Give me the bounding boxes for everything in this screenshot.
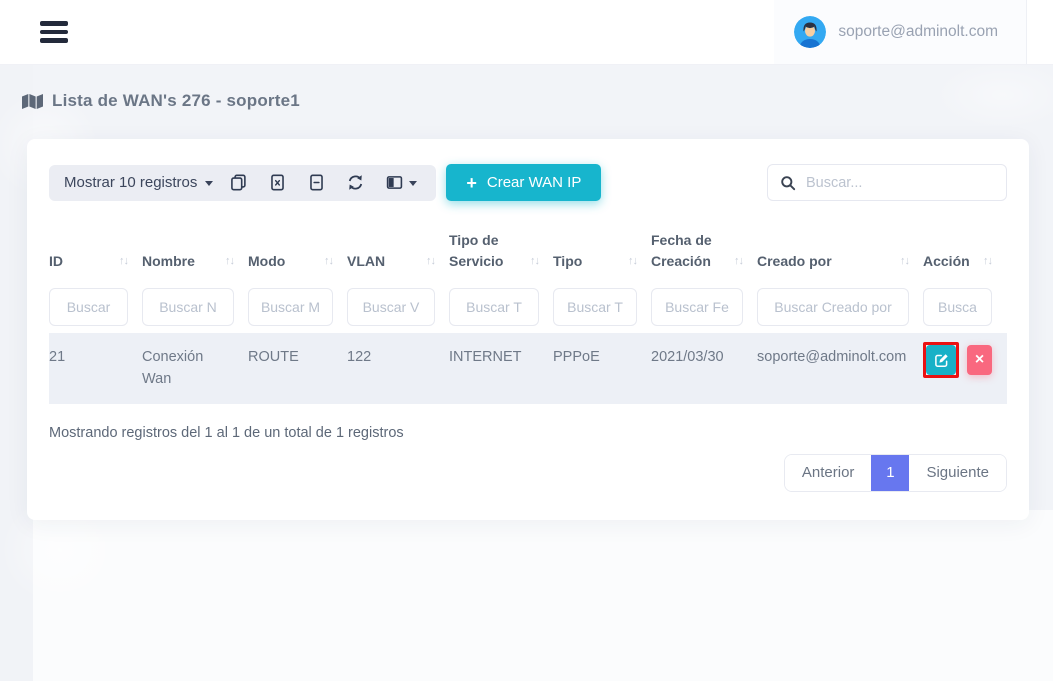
cell-creado-por: soporte@adminolt.com	[757, 333, 923, 404]
column-header-id[interactable]: ID ↑↓	[49, 228, 142, 272]
sort-icon[interactable]: ↑↓	[628, 253, 637, 273]
refresh-icon	[347, 174, 364, 191]
filter-input-fecha-creacion[interactable]	[651, 288, 743, 326]
pagination-page-1[interactable]: 1	[871, 455, 909, 491]
sort-icon[interactable]: ↑↓	[530, 253, 539, 273]
file-export-button[interactable]	[297, 168, 336, 197]
page-header: Lista de WAN's 276 - soporte1	[22, 91, 1053, 111]
edit-button[interactable]	[926, 345, 956, 375]
column-header-vlan[interactable]: VLAN ↑↓	[347, 228, 449, 272]
file-icon	[308, 174, 325, 191]
page-length-label: Mostrar 10 registros	[64, 174, 197, 191]
copy-icon	[230, 174, 247, 191]
search-icon	[780, 175, 796, 191]
global-search	[767, 164, 1007, 201]
close-icon: ×	[975, 351, 984, 369]
user-menu[interactable]: soporte@adminolt.com	[774, 0, 1027, 64]
hamburger-menu-icon[interactable]	[40, 17, 68, 47]
chevron-down-icon	[205, 181, 213, 186]
annotation-highlight-box	[923, 342, 959, 378]
pagination-previous-button[interactable]: Anterior	[785, 455, 872, 491]
sort-icon[interactable]: ↑↓	[324, 253, 333, 273]
column-header-fecha-creacion[interactable]: Fecha de Creación ↑↓	[651, 228, 757, 272]
column-header-nombre[interactable]: Nombre ↑↓	[142, 228, 248, 272]
filter-input-accion[interactable]	[923, 288, 992, 326]
column-visibility-button[interactable]	[375, 168, 428, 197]
cell-tipo: PPPoE	[553, 333, 651, 404]
cell-id: 21	[49, 333, 142, 404]
sort-icon[interactable]: ↑↓	[900, 253, 909, 273]
cell-modo: ROUTE	[248, 333, 347, 404]
table-header-row: ID ↑↓ Nombre ↑↓ Modo ↑↓ VLAN ↑↓ Tipo de …	[49, 228, 1007, 272]
sort-icon[interactable]: ↑↓	[983, 253, 992, 273]
user-avatar-icon	[794, 16, 826, 48]
column-header-modo[interactable]: Modo ↑↓	[248, 228, 347, 272]
column-header-tipo-servicio[interactable]: Tipo de Servicio ↑↓	[449, 228, 553, 272]
sort-icon[interactable]: ↑↓	[734, 253, 743, 273]
cell-vlan: 122	[347, 333, 449, 404]
cell-fecha-creacion: 2021/03/30	[651, 333, 757, 404]
page-length-dropdown[interactable]: Mostrar 10 registros	[64, 174, 219, 191]
sort-icon[interactable]: ↑↓	[225, 253, 234, 273]
sort-icon[interactable]: ↑↓	[426, 253, 435, 273]
column-header-creado-por[interactable]: Creado por ↑↓	[757, 228, 923, 272]
cell-actions: ×	[923, 333, 1006, 404]
pagination-next-button[interactable]: Siguiente	[909, 455, 1006, 491]
table-row: 21 Conexión Wan ROUTE 122 INTERNET PPPoE…	[49, 333, 1007, 404]
plus-icon: +	[466, 174, 477, 192]
topbar: soporte@adminolt.com	[0, 0, 1053, 65]
column-header-accion[interactable]: Acción ↑↓	[923, 228, 1006, 272]
search-input[interactable]	[806, 175, 994, 191]
columns-icon	[386, 174, 403, 191]
filter-input-vlan[interactable]	[347, 288, 435, 326]
filter-input-nombre[interactable]	[142, 288, 234, 326]
refresh-button[interactable]	[336, 168, 375, 197]
page-title: Lista de WAN's 276 - soporte1	[52, 91, 300, 111]
chevron-down-icon	[409, 181, 417, 186]
cell-tipo-servicio: INTERNET	[449, 333, 553, 404]
datatable-buttons-group: Mostrar 10 registros	[49, 165, 436, 201]
user-email: soporte@adminolt.com	[838, 23, 998, 41]
map-icon	[22, 93, 43, 110]
filter-input-tipo[interactable]	[553, 288, 637, 326]
records-summary: Mostrando registros del 1 al 1 de un tot…	[49, 425, 1007, 441]
delete-button[interactable]: ×	[967, 345, 992, 375]
app-window: soporte@adminolt.com Lista de WAN's 276 …	[0, 0, 1053, 681]
table-filter-row	[49, 288, 1007, 326]
filter-input-creado-por[interactable]	[757, 288, 909, 326]
filter-input-tipo-servicio[interactable]	[449, 288, 539, 326]
column-header-tipo[interactable]: Tipo ↑↓	[553, 228, 651, 272]
filter-input-modo[interactable]	[248, 288, 333, 326]
wan-list-card: Mostrar 10 registros	[27, 139, 1029, 520]
excel-file-icon	[269, 174, 286, 191]
create-wan-ip-button[interactable]: + Crear WAN IP	[446, 164, 601, 201]
excel-export-button[interactable]	[258, 168, 297, 197]
pagination: Anterior 1 Siguiente	[784, 454, 1007, 492]
edit-pencil-icon	[934, 353, 949, 368]
cell-nombre: Conexión Wan	[142, 333, 248, 404]
sort-icon[interactable]: ↑↓	[119, 253, 128, 273]
table-toolbar: Mostrar 10 registros	[49, 164, 1007, 201]
filter-input-id[interactable]	[49, 288, 128, 326]
copy-button[interactable]	[219, 168, 258, 197]
pagination-row: Anterior 1 Siguiente	[49, 454, 1007, 492]
create-wan-ip-label: Crear WAN IP	[487, 174, 581, 191]
